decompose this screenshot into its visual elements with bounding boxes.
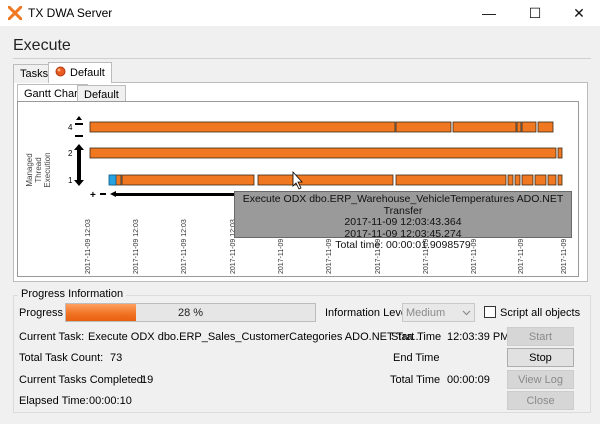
gantt-task-bar [516,121,522,133]
close-window-button[interactable]: ✕ [556,0,600,26]
chevron-down-icon [462,307,474,319]
gantt-task-bar [395,121,452,133]
information-level-label: Information Level [325,307,410,319]
x-tick-label: 2017-11-09 12:03 [85,219,92,274]
mouse-cursor-icon [292,170,303,190]
information-level-select[interactable]: Medium [402,303,475,322]
gantt-task-bar [452,121,517,133]
zoom-in-horizontal-icon: + [90,190,96,201]
vertical-scroll-thumb [77,150,81,180]
minimize-button[interactable]: — [466,0,512,26]
gantt-task-bar [521,174,534,186]
gantt-task-bar [557,147,563,159]
gantt-task-bar [395,174,507,186]
total-task-count-label: Total Task Count: [19,352,104,364]
scroll-down-icon [74,180,84,186]
gantt-task-bar-selected [108,174,117,186]
gantt-task-bar [557,174,563,186]
gantt-task-bar [89,147,557,159]
start-time-value: 12:03:39 PM [447,331,510,343]
tooltip-total-time: Total time: 00:00:01.9098579 [335,239,471,251]
tab-label: Gantt Chart [24,88,81,100]
gantt-task-bar [507,174,514,186]
progress-label: Progress [19,307,64,319]
gantt-tooltip: Execute ODX dbo.ERP_Warehouse_VehicleTem… [234,191,572,251]
progress-percent: 28 % [177,306,204,319]
tab-label: Default [70,67,105,79]
tab-default[interactable]: Default [48,62,112,83]
tasks-completed-value: 19 [141,374,154,386]
end-time-label: End Time [393,352,440,364]
information-level-value: Medium [406,306,446,319]
gantt-task-bar [537,121,554,133]
tasks-completed-label: Current Tasks Completed: [19,374,146,386]
x-tick-label: 2017-11-09 12:03 [133,219,140,274]
divider [13,58,591,59]
progress-bar: 28 % [65,303,316,322]
start-button[interactable]: Start [507,327,574,346]
elapsed-time-label: Elapsed Time: [19,395,89,407]
start-time-label: Start Time [391,331,442,343]
zoom-in-icon [75,116,83,125]
current-task-label: Current Task: [19,331,85,343]
view-log-button[interactable]: View Log [507,370,574,389]
gantt-task-bar [534,174,547,186]
total-time-value: 00:00:09 [447,374,490,386]
thread-label: 4 [68,123,73,132]
zoom-out-icon [75,135,83,137]
app-logo-icon [7,5,23,21]
script-all-objects-checkbox[interactable] [484,306,496,318]
tab-label: Tasks [20,68,49,80]
zoom-out-horizontal-icon [100,193,106,195]
tooltip-start-time: 2017-11-09 12:03:43.364 [344,216,462,228]
gantt-task-bar [121,174,255,186]
scroll-up-icon [74,144,84,150]
current-task-value: Execute ODX dbo.ERP_Sales_CustomerCatego… [88,331,422,343]
stop-button[interactable]: Stop [507,348,574,367]
elapsed-time-value: 00:00:10 [89,395,132,407]
thread-label: 2 [68,149,73,158]
gantt-task-bar [89,121,396,133]
total-task-count-value: 73 [110,352,123,364]
page-title: Execute [13,37,71,54]
gantt-task-bar [514,174,521,186]
gantt-task-bar [547,174,557,186]
maximize-button[interactable]: ☐ [512,0,558,26]
tab-label: Default [84,89,119,101]
close-button[interactable]: Close [507,391,574,410]
script-all-objects-label[interactable]: Script all objects [500,307,580,319]
gantt-task-bar [521,121,537,133]
status-dot-icon [55,66,66,80]
window-title: TX DWA Server [28,6,113,20]
scroll-left-icon [110,191,116,197]
tooltip-task-name: Execute ODX dbo.ERP_Warehouse_VehicleTem… [242,193,564,217]
gantt-task-bar [257,174,394,186]
total-time-label: Total Time [390,374,441,386]
y-axis-label: ManagedThreadExecution [25,152,52,187]
progress-group-title: Progress Information [18,288,127,300]
thread-label: 1 [68,176,73,185]
x-tick-label: 2017-11-09 12:03 [181,219,188,274]
